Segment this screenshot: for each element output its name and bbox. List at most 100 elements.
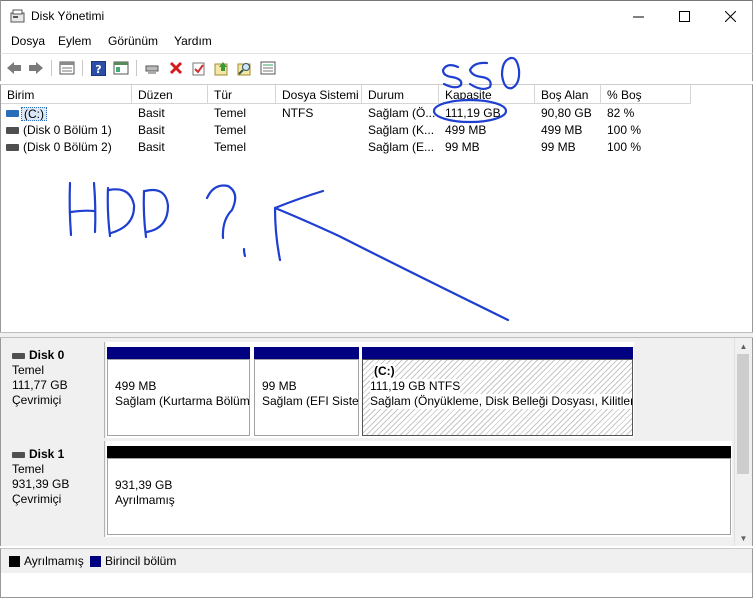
properties-icon [113, 61, 129, 75]
column-header-kapasite[interactable]: Kapasite [439, 85, 535, 104]
column-header-bos-alan[interactable]: Boş Alan [535, 85, 601, 104]
scroll-thumb[interactable] [737, 354, 749, 474]
back-button[interactable] [5, 59, 23, 77]
volume-icon [6, 110, 19, 117]
status-value: Sağlam (Ö... [368, 106, 436, 120]
volume-name: (Disk 0 Bölüm 2) [23, 140, 112, 154]
partition-status: Sağlam (Önyükleme, Disk Belleği Dosyası,… [370, 394, 632, 409]
menu-eylem[interactable]: Eylem [58, 34, 91, 48]
legend-label: Ayrılmamış [24, 554, 84, 568]
legend-swatch-primary [90, 556, 101, 567]
window-title: Disk Yönetimi [31, 9, 105, 23]
toolbar-separator [136, 60, 137, 76]
upload-button[interactable] [213, 59, 231, 77]
scroll-down-button[interactable]: ▼ [735, 530, 752, 546]
svg-text:?: ? [95, 63, 101, 76]
connect-icon [145, 65, 159, 74]
maximize-button[interactable] [661, 1, 707, 31]
disk-0-info[interactable]: Disk 0 Temel 111,77 GB Çevrimiçi [5, 342, 105, 438]
layout-value: Basit [138, 140, 165, 154]
partition-size: 99 MB [262, 379, 297, 393]
check-button[interactable] [190, 59, 208, 77]
disk-1-partitions: 931,39 GB Ayrılmamış [106, 441, 732, 537]
table-row[interactable]: (Disk 0 Bölüm 2) Basit Temel Sağlam (E..… [1, 139, 751, 156]
chevron-up-icon: ▲ [739, 341, 748, 351]
partition-status: Ayrılmamış [115, 493, 175, 507]
close-icon [724, 10, 736, 22]
column-header-tur[interactable]: Tür [208, 85, 276, 104]
toolbar-separator [82, 60, 83, 76]
back-icon [7, 62, 21, 74]
legend-swatch-unallocated [9, 556, 20, 567]
minimize-icon [632, 16, 644, 17]
partition-size: 499 MB [115, 379, 157, 393]
volume-name: (C:) [21, 107, 47, 121]
disk-0-partitions: 499 MB Sağlam (Kurtarma Bölüm 99 MB Sağl… [106, 342, 634, 438]
menu-yardim[interactable]: Yardım [174, 34, 212, 48]
settings-icon [260, 61, 276, 75]
volume-list: Birim Düzen Tür Dosya Sistemi Durum Kapa… [0, 84, 753, 332]
partition-unallocated[interactable]: 931,39 GB Ayrılmamış [107, 458, 731, 535]
menu-dosya[interactable]: Dosya [11, 34, 45, 48]
type-value: Temel [214, 140, 247, 154]
capacity-value: 499 MB [445, 123, 487, 137]
free-space-value: 499 MB [541, 123, 583, 137]
forward-icon [29, 62, 43, 74]
partition-c[interactable]: (C:) 111,19 GB NTFS Sağlam (Önyükleme, D… [362, 359, 633, 436]
menu-bar: Dosya Eylem Görünüm Yardım [0, 31, 753, 53]
partition-size: 111,19 GB NTFS [370, 379, 461, 394]
settings-button[interactable] [259, 59, 277, 77]
search-button[interactable] [236, 59, 254, 77]
toolbar-separator [51, 60, 52, 76]
table-row[interactable]: (C:) Basit Temel NTFS Sağlam (Ö... 111,1… [1, 105, 751, 122]
minimize-button[interactable] [615, 1, 661, 31]
percent-free-value: 100 % [607, 123, 642, 137]
scroll-up-button[interactable]: ▲ [735, 338, 752, 354]
help-button[interactable]: ? [89, 59, 107, 77]
disk-name: Disk 1 [29, 447, 65, 461]
delete-button[interactable] [167, 59, 185, 77]
column-header-dosya-sistemi[interactable]: Dosya Sistemi [276, 85, 362, 104]
disk-status: Çevrimiçi [12, 492, 62, 506]
view-button[interactable] [58, 59, 76, 77]
connect-button[interactable] [143, 59, 161, 77]
partition-recovery[interactable]: 499 MB Sağlam (Kurtarma Bölüm [107, 359, 250, 436]
disk-graph-pane: Disk 0 Temel 111,77 GB Çevrimiçi 499 MB … [0, 338, 753, 546]
free-space-value: 99 MB [541, 140, 576, 154]
column-header-yuzde-bos[interactable]: % Boş [601, 85, 691, 104]
help-icon: ? [90, 60, 106, 76]
status-strip [0, 573, 753, 598]
upload-icon [214, 61, 228, 75]
type-value: Temel [214, 106, 247, 120]
menu-gorunum[interactable]: Görünüm [108, 34, 158, 48]
column-header-duzen[interactable]: Düzen [132, 85, 208, 104]
table-row[interactable]: (Disk 0 Bölüm 1) Basit Temel Sağlam (K..… [1, 122, 751, 139]
capacity-value: 111,19 GB [445, 106, 501, 120]
close-button[interactable] [707, 1, 753, 31]
percent-free-value: 82 % [607, 106, 635, 120]
column-header-durum[interactable]: Durum [362, 85, 439, 104]
column-header-birim[interactable]: Birim [1, 85, 132, 104]
filesystem-value: NTFS [282, 106, 314, 120]
primary-partition-strip [362, 347, 633, 359]
percent-free-value: 100 % [607, 140, 642, 154]
partition-label [262, 364, 358, 379]
maximize-icon [678, 10, 690, 22]
partition-size: 931,39 GB [115, 478, 173, 492]
disk-type: Temel [12, 363, 45, 377]
primary-partition-strip [107, 347, 250, 359]
volume-icon [6, 144, 19, 151]
volume-icon [6, 127, 19, 134]
partition-efi[interactable]: 99 MB Sağlam (EFI Sister [254, 359, 359, 436]
drive-icon [12, 451, 25, 458]
vertical-scrollbar[interactable]: ▲ ▼ [734, 338, 751, 546]
disk-size: 111,77 GB [12, 378, 68, 392]
volume-name: (Disk 0 Bölüm 1) [23, 123, 112, 137]
properties-button[interactable] [112, 59, 130, 77]
disk-type: Temel [12, 462, 45, 476]
disk-1-info[interactable]: Disk 1 Temel 931,39 GB Çevrimiçi [5, 441, 105, 537]
primary-partition-strip [254, 347, 359, 359]
forward-button[interactable] [27, 59, 45, 77]
drive-icon [12, 352, 25, 359]
partition-label: (C:) [374, 364, 395, 379]
